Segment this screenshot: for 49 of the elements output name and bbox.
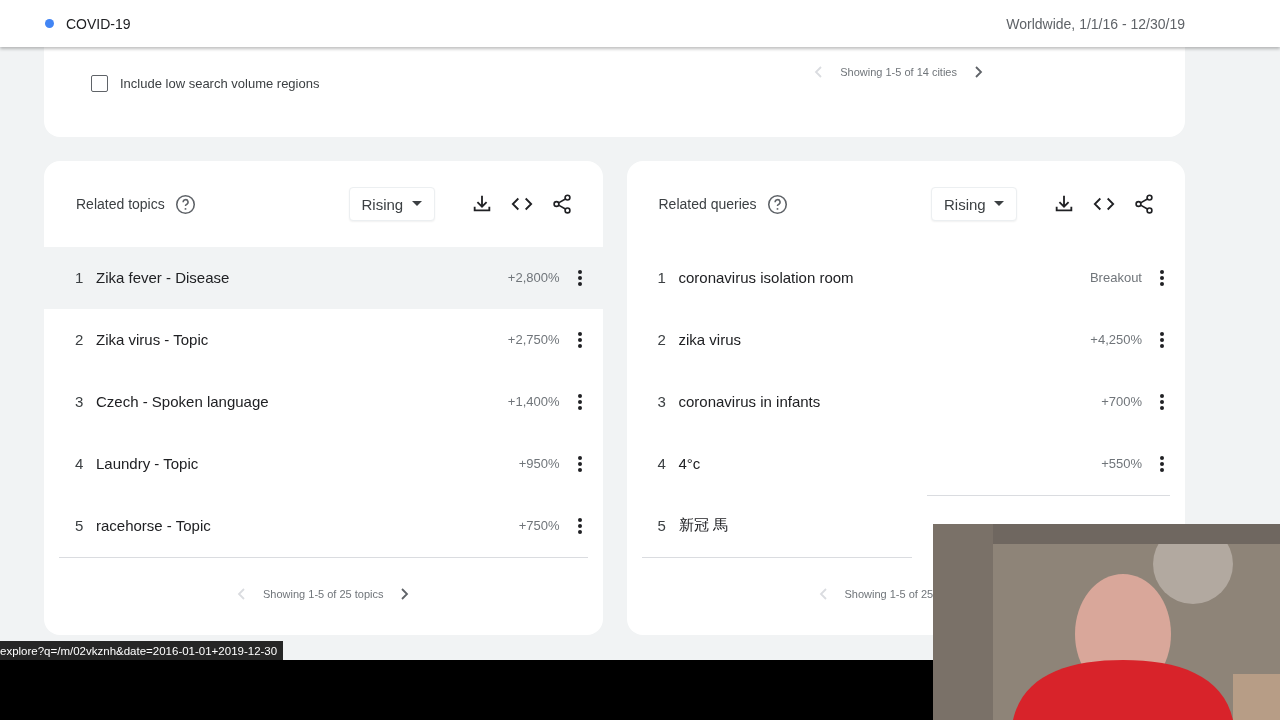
- row-value: Breakout: [1089, 270, 1142, 285]
- list-row[interactable]: 1 Zika fever - Disease +2,800%: [44, 247, 603, 309]
- row-value: +550%: [1101, 456, 1142, 471]
- rank-number: 4: [657, 455, 667, 472]
- search-term: COVID-19: [66, 15, 132, 32]
- panel-title: Related queries: [658, 196, 757, 212]
- rank-number: 3: [75, 393, 85, 410]
- row-label: coronavirus isolation room: [678, 269, 855, 286]
- row-label: racehorse - Topic: [96, 517, 212, 534]
- filter-dropdown[interactable]: Rising: [931, 187, 1017, 221]
- rank-number: 2: [75, 331, 85, 348]
- row-value: +1,400%: [507, 394, 560, 409]
- filter-dropdown[interactable]: Rising: [348, 187, 435, 221]
- term-dot: [45, 19, 54, 28]
- share-button[interactable]: [1133, 193, 1155, 215]
- row-value: +2,750%: [507, 332, 560, 347]
- rank-number: 1: [75, 269, 85, 286]
- rank-number: 3: [657, 393, 667, 410]
- scope-text: Worldwide, 1/1/16 - 12/30/19: [1006, 15, 1185, 32]
- row-label: 4°c: [678, 455, 702, 472]
- row-label: Zika fever - Disease: [96, 269, 231, 286]
- row-label: coronavirus in infants: [678, 393, 822, 410]
- row-value: +4,250%: [1090, 332, 1142, 347]
- row-label: Laundry - Topic: [96, 455, 200, 472]
- row-value: +2,800%: [507, 270, 560, 285]
- row-label: Zika virus - Topic: [96, 331, 210, 348]
- help-icon[interactable]: [766, 193, 788, 215]
- pagination-text: Showing 1-5 of 14 cities: [840, 66, 957, 78]
- status-url: explore?q=/m/02vkznh&date=2016-01-01+2019-12-30: [0, 641, 284, 660]
- checkbox-label: Include low search volume regions: [120, 76, 320, 91]
- row-label: zika virus: [678, 331, 742, 348]
- share-button[interactable]: [550, 193, 573, 215]
- rank-number: 4: [75, 455, 85, 472]
- rank-number: 5: [75, 517, 85, 534]
- pagination-text: Showing 1-5 of 25: [844, 588, 934, 600]
- rank-number: 2: [657, 331, 667, 348]
- row-value: +700%: [1101, 394, 1142, 409]
- checkbox[interactable]: [91, 75, 108, 92]
- help-icon[interactable]: [174, 193, 196, 215]
- caret-icon: [411, 201, 422, 207]
- row-label: Czech - Spoken language: [96, 393, 270, 410]
- row-value: +950%: [518, 456, 560, 471]
- row-label: 新冠 馬: [678, 516, 729, 535]
- pagination-text: Showing 1-5 of 25 topics: [263, 588, 384, 600]
- row-value: +750%: [518, 518, 560, 533]
- caret-icon: [994, 201, 1004, 207]
- panel-title: Related topics: [76, 196, 165, 212]
- rank-number: 5: [657, 517, 667, 534]
- rank-number: 1: [657, 269, 667, 286]
